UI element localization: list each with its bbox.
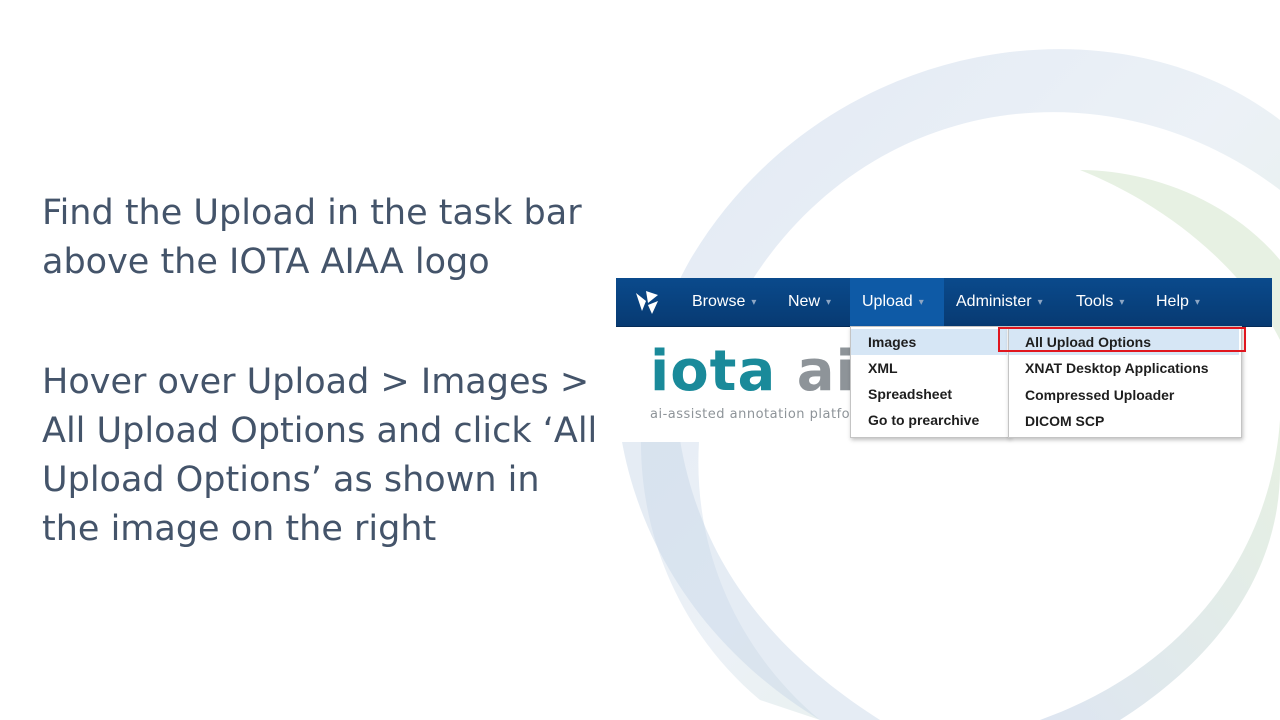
logo-iota-text: iota: [650, 339, 777, 404]
nav-upload[interactable]: Upload ▾: [850, 278, 944, 326]
nav-administer-label: Administer: [956, 293, 1032, 310]
instruction-step-2: Hover over Upload > Images > All Upload …: [42, 358, 602, 554]
caret-down-icon: ▾: [918, 297, 924, 308]
logo-tagline: ai-assisted annotation platform: [650, 407, 850, 422]
instruction-text-2: Hover over Upload > Images > All Upload …: [42, 362, 598, 549]
nav-tools[interactable]: Tools ▾: [1064, 278, 1144, 326]
top-navbar: Browse ▾ New ▾ Upload ▾ Administer ▾ Tools ▾ …: [616, 278, 1272, 327]
menu-item-xml[interactable]: XML: [851, 355, 898, 381]
menu-item-images[interactable]: Images: [851, 329, 1007, 355]
menu-item-spreadsheet[interactable]: Spreadsheet: [851, 381, 952, 407]
xnat-logo-icon[interactable]: [632, 287, 662, 317]
nav-browse[interactable]: Browse ▾: [680, 278, 776, 326]
menu-item-go-to-prearchive[interactable]: Go to prearchive: [851, 407, 979, 433]
caret-down-icon: ▾: [1037, 297, 1043, 308]
caret-down-icon: ▾: [826, 297, 832, 308]
nav-browse-label: Browse: [692, 293, 746, 310]
nav-help[interactable]: Help ▾: [1144, 278, 1224, 326]
instruction-text-1: Find the Upload in the task bar above th…: [42, 193, 582, 282]
caret-down-icon: ▾: [1194, 297, 1200, 308]
menu-item-xnat-desktop-applications[interactable]: XNAT Desktop Applications: [1009, 355, 1209, 381]
caret-down-icon: ▾: [1119, 297, 1125, 308]
nav-new-label: New: [788, 293, 821, 310]
highlight-box: [998, 327, 1246, 352]
nav-tools-label: Tools: [1076, 293, 1114, 310]
nav-administer[interactable]: Administer ▾: [944, 278, 1064, 326]
nav-new[interactable]: New ▾: [776, 278, 850, 326]
upload-dropdown-menu: Images XML Spreadsheet Go to prearchive: [850, 326, 1010, 438]
menu-item-compressed-uploader[interactable]: Compressed Uploader: [1009, 382, 1174, 408]
caret-down-icon: ▾: [751, 297, 757, 308]
nav-help-label: Help: [1156, 293, 1189, 310]
nav-upload-label: Upload: [862, 293, 913, 310]
instruction-step-1: Find the Upload in the task bar above th…: [42, 189, 602, 287]
menu-item-dicom-scp[interactable]: DICOM SCP: [1009, 408, 1104, 434]
